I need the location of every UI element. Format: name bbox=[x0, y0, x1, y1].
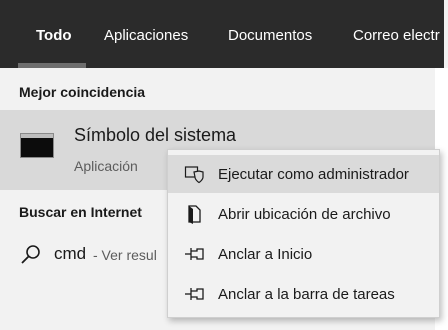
command-prompt-icon bbox=[20, 133, 54, 158]
tab-todo[interactable]: Todo bbox=[36, 27, 72, 44]
menu-item-pin-to-start[interactable]: Anclar a Inicio bbox=[168, 235, 439, 273]
menu-item-run-as-admin[interactable]: Ejecutar como administrador bbox=[168, 155, 439, 193]
search-icon bbox=[21, 245, 40, 264]
menu-item-label: Abrir ubicación de archivo bbox=[218, 206, 391, 223]
shield-icon bbox=[184, 166, 204, 184]
pin-icon bbox=[185, 288, 204, 300]
menu-item-label: Anclar a Inicio bbox=[218, 246, 313, 263]
web-search-hint: - Ver resul bbox=[93, 247, 157, 263]
search-filter-tabs: Todo Aplicaciones Documentos Correo elec… bbox=[0, 0, 448, 68]
file-location-icon bbox=[188, 205, 201, 224]
menu-item-label: Ejecutar como administrador bbox=[218, 166, 409, 183]
menu-item-open-file-location[interactable]: Abrir ubicación de archivo bbox=[168, 195, 439, 233]
tab-correo[interactable]: Correo electr bbox=[353, 27, 440, 44]
best-match-title: Símbolo del sistema bbox=[74, 125, 237, 145]
best-match-heading: Mejor coincidencia bbox=[19, 84, 146, 100]
tab-documentos[interactable]: Documentos bbox=[228, 27, 312, 44]
results-panel: Mejor coincidencia Símbolo del sistema A… bbox=[0, 68, 448, 330]
web-search-heading: Buscar en Internet bbox=[19, 204, 142, 220]
menu-item-label: Anclar a la barra de tareas bbox=[218, 286, 395, 303]
menu-item-pin-to-taskbar[interactable]: Anclar a la barra de tareas bbox=[168, 275, 439, 313]
context-menu: Ejecutar como administrador Abrir ubicac… bbox=[167, 149, 440, 318]
best-match-subtitle: Aplicación bbox=[74, 158, 138, 174]
tab-aplicaciones[interactable]: Aplicaciones bbox=[104, 27, 188, 44]
pin-icon bbox=[185, 248, 204, 260]
web-search-query[interactable]: cmd bbox=[54, 244, 86, 264]
